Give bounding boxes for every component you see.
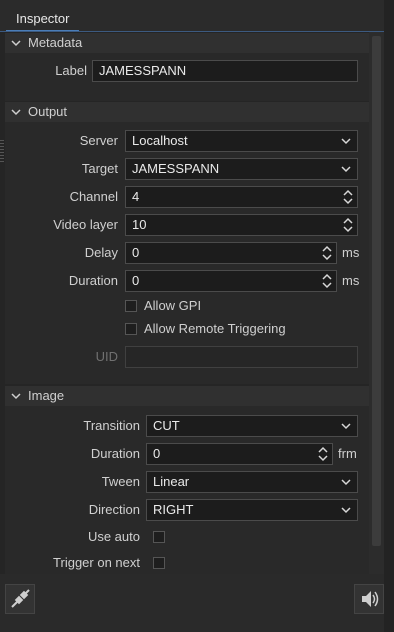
server-caption: Server [79,133,118,148]
target-value: JAMESSPANN [132,161,220,176]
image-duration-value: 0 [153,446,161,461]
chevron-down-icon [11,109,21,116]
plug-disconnect-icon [11,589,30,608]
right-edge-strip [384,0,394,632]
duration-value: 0 [132,273,140,288]
direction-select[interactable]: RIGHT [146,499,358,521]
tween-value: Linear [153,474,190,489]
spin-arrows-icon[interactable] [343,216,353,234]
target-select[interactable]: JAMESSPANN [125,158,358,180]
channel-spinbox[interactable]: 4 [125,186,358,208]
section-body-image: Transition CUT Duration 0 frm Tween Line… [5,406,369,574]
image-duration-spinbox[interactable]: 0 [146,443,333,465]
duration-spinbox[interactable]: 0 [125,270,337,292]
chevron-down-icon [341,507,351,514]
channel-caption: Channel [69,189,118,204]
allow-remote-triggering-checkbox[interactable] [125,323,137,335]
video-layer-spinbox[interactable]: 10 [125,214,358,236]
vertical-scrollbar[interactable] [369,32,384,574]
allow-gpi-checkbox[interactable] [125,300,137,312]
section-body-output: Server Localhost Target JAMESSPANN Chann… [5,122,369,384]
allow-remote-triggering-label: Allow Remote Triggering [144,321,286,336]
tab-inspector[interactable]: Inspector [6,8,80,32]
video-layer-caption: Video layer [53,217,118,232]
uid-caption: UID [95,349,118,364]
chevron-down-icon [341,423,351,430]
disconnect-button[interactable] [5,584,35,614]
section-title-output: Output [28,104,68,119]
tween-caption: Tween [101,474,140,489]
chevron-down-icon [341,138,351,145]
section-header-image[interactable]: Image [5,386,369,406]
duration-caption: Duration [68,273,118,288]
bottom-toolbar [0,574,384,632]
spin-arrows-icon[interactable] [322,244,332,262]
trigger-on-next-checkbox[interactable] [153,557,165,569]
chevron-down-icon [341,166,351,173]
server-select[interactable]: Localhost [125,130,358,152]
use-auto-caption: Use auto [87,529,140,544]
section-title-image: Image [28,388,65,403]
splitter-grip[interactable] [0,140,4,164]
video-layer-value: 10 [132,217,147,232]
allow-gpi-label: Allow GPI [144,298,202,313]
image-duration-caption: Duration [90,446,140,461]
direction-value: RIGHT [153,502,194,517]
delay-value: 0 [132,245,140,260]
target-caption: Target [81,161,118,176]
spin-arrows-icon[interactable] [322,272,332,290]
section-title-metadata: Metadata [28,35,83,50]
inspector-tabbar: Inspector [0,0,394,32]
trigger-on-next-caption: Trigger on next [53,555,140,570]
delay-unit: ms [342,245,360,260]
uid-input [125,346,358,368]
scrollbar-thumb[interactable] [372,36,381,546]
delay-caption: Delay [84,245,118,260]
duration-unit: ms [342,273,360,288]
spin-arrows-icon[interactable] [343,188,353,206]
section-header-output[interactable]: Output [5,102,369,122]
use-auto-checkbox[interactable] [153,531,165,543]
chevron-down-icon [11,393,21,400]
section-body-metadata: Label JAMESSPANN [5,53,369,101]
chevron-down-icon [11,40,21,47]
spin-arrows-icon[interactable] [318,445,328,463]
direction-caption: Direction [88,502,140,517]
label-caption: Label [55,63,87,78]
transition-caption: Transition [83,418,140,433]
sound-button[interactable] [354,584,384,614]
image-duration-unit: frm [338,446,357,461]
section-header-metadata[interactable]: Metadata [5,33,369,53]
server-value: Localhost [132,133,188,148]
chevron-down-icon [341,479,351,486]
transition-select[interactable]: CUT [146,415,358,437]
channel-value: 4 [132,189,140,204]
tween-select[interactable]: Linear [146,471,358,493]
speaker-icon [362,591,379,607]
delay-spinbox[interactable]: 0 [125,242,337,264]
label-input[interactable]: JAMESSPANN [92,60,358,82]
transition-value: CUT [153,418,180,433]
inspector-panel: Metadata Label JAMESSPANN Output Server … [0,32,384,574]
